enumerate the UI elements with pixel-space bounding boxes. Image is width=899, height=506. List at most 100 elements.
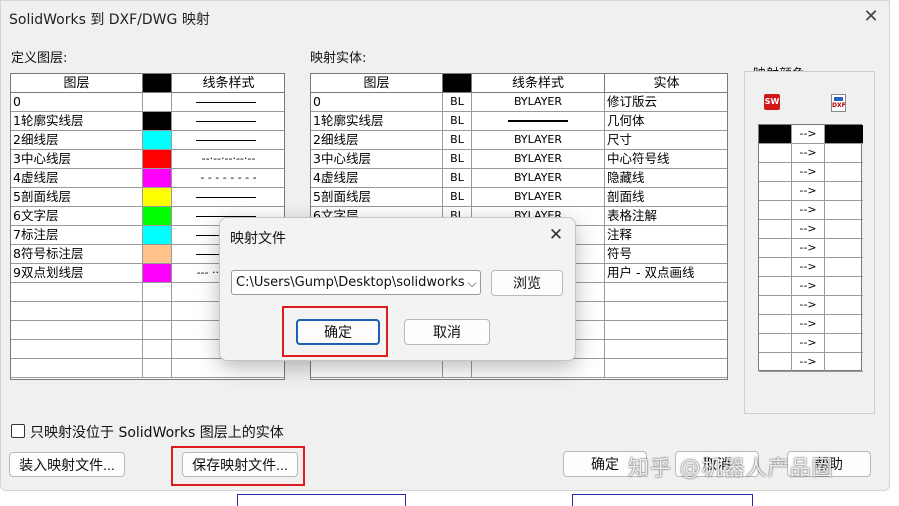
dxf-color-cell[interactable]: [825, 239, 863, 258]
layer-name-cell[interactable]: [11, 321, 143, 340]
table-row[interactable]: 5剖面线层: [11, 188, 284, 207]
color-map-row[interactable]: -->: [759, 144, 863, 163]
line-style-cell[interactable]: [472, 359, 605, 378]
col-header-entity[interactable]: 实体: [605, 74, 727, 93]
col-header-linestyle[interactable]: 线条样式: [172, 74, 284, 93]
color-map-row[interactable]: -->: [759, 315, 863, 334]
layer-name-cell[interactable]: 5剖面线层: [311, 188, 443, 207]
sw-color-cell[interactable]: [759, 334, 792, 353]
browse-button[interactable]: 浏览: [491, 270, 563, 296]
chevron-down-icon[interactable]: ⌵: [464, 273, 480, 293]
table-row[interactable]: 4虚线层 BL BYLAYER 隐藏线: [311, 169, 727, 188]
sw-color-cell[interactable]: [759, 315, 792, 334]
col-header-layer[interactable]: 图层: [11, 74, 143, 93]
layer-color-swatch[interactable]: [143, 340, 172, 359]
layer-color-swatch[interactable]: [143, 112, 172, 131]
sw-color-cell[interactable]: [759, 163, 792, 182]
color-map-row[interactable]: -->: [759, 163, 863, 182]
line-style-cell[interactable]: [172, 359, 284, 378]
entity-cell[interactable]: [605, 302, 727, 321]
layer-color-swatch[interactable]: [143, 302, 172, 321]
entity-cell[interactable]: [605, 321, 727, 340]
sw-color-cell[interactable]: [759, 182, 792, 201]
entity-cell[interactable]: 隐藏线: [605, 169, 727, 188]
sw-color-cell[interactable]: [759, 258, 792, 277]
dxf-color-cell[interactable]: [825, 163, 863, 182]
color-map-row[interactable]: -->: [759, 334, 863, 353]
dxf-color-cell[interactable]: [825, 220, 863, 239]
layer-name-cell[interactable]: [311, 359, 443, 378]
layer-name-cell[interactable]: 4虚线层: [11, 169, 143, 188]
sw-color-cell[interactable]: [759, 125, 792, 144]
table-row[interactable]: 0 BL BYLAYER 修订版云: [311, 93, 727, 112]
entity-cell[interactable]: [605, 359, 727, 378]
layer-name-cell[interactable]: [11, 283, 143, 302]
sw-color-cell[interactable]: [759, 296, 792, 315]
layer-color-swatch[interactable]: [143, 283, 172, 302]
color-mapping-table[interactable]: --> --> --> --> --> --> --> --> --> --> --> --> -->: [758, 124, 863, 372]
dxf-color-cell[interactable]: [825, 353, 863, 372]
table-row[interactable]: 3中心线层 BL BYLAYER 中心符号线: [311, 150, 727, 169]
color-map-row[interactable]: -->: [759, 201, 863, 220]
entity-cell[interactable]: [605, 283, 727, 302]
line-style-cell[interactable]: [172, 93, 284, 112]
layer-name-cell[interactable]: 8符号标注层: [11, 245, 143, 264]
line-style-cell[interactable]: [172, 188, 284, 207]
dxf-color-cell[interactable]: [825, 277, 863, 296]
sw-color-cell[interactable]: [759, 144, 792, 163]
color-map-row[interactable]: -->: [759, 220, 863, 239]
entity-cell[interactable]: 表格注解: [605, 207, 727, 226]
layer-name-cell[interactable]: 4虚线层: [311, 169, 443, 188]
layer-color-cell[interactable]: BL: [443, 150, 472, 169]
line-style-cell[interactable]: BYLAYER: [472, 188, 605, 207]
table-row[interactable]: [11, 359, 284, 378]
line-style-cell[interactable]: BYLAYER: [472, 150, 605, 169]
col-header-layer[interactable]: 图层: [311, 74, 443, 93]
col-header-linestyle[interactable]: 线条样式: [472, 74, 605, 93]
table-row[interactable]: 1轮廓实线层: [11, 112, 284, 131]
table-row[interactable]: 3中心线层 --·--·--·--·--: [11, 150, 284, 169]
layer-name-cell[interactable]: 1轮廓实线层: [311, 112, 443, 131]
layer-name-cell[interactable]: 2细线层: [311, 131, 443, 150]
table-row[interactable]: 2细线层 BL BYLAYER 尺寸: [311, 131, 727, 150]
color-map-row[interactable]: -->: [759, 353, 863, 372]
table-row[interactable]: 1轮廓实线层 BL 几何体: [311, 112, 727, 131]
line-style-cell[interactable]: BYLAYER: [472, 131, 605, 150]
layer-name-cell[interactable]: 3中心线层: [311, 150, 443, 169]
table-row[interactable]: 4虚线层 - - - - - - - -: [11, 169, 284, 188]
layer-color-swatch[interactable]: [143, 207, 172, 226]
layer-color-cell[interactable]: BL: [443, 131, 472, 150]
layer-name-cell[interactable]: 1轮廓实线层: [11, 112, 143, 131]
layer-color-swatch[interactable]: [143, 93, 172, 112]
layer-color-cell[interactable]: [443, 359, 472, 378]
modal-close-icon[interactable]: ✕: [546, 224, 566, 246]
layer-name-cell[interactable]: 9双点划线层: [11, 264, 143, 283]
color-map-row[interactable]: -->: [759, 125, 863, 144]
layer-name-cell[interactable]: 5剖面线层: [11, 188, 143, 207]
color-map-row[interactable]: -->: [759, 296, 863, 315]
dxf-color-cell[interactable]: [825, 125, 863, 144]
layer-color-swatch[interactable]: [143, 359, 172, 378]
layer-color-cell[interactable]: BL: [443, 112, 472, 131]
entity-cell[interactable]: 符号: [605, 245, 727, 264]
table-row[interactable]: [311, 359, 727, 378]
line-style-cell[interactable]: BYLAYER: [472, 93, 605, 112]
entity-cell[interactable]: 修订版云: [605, 93, 727, 112]
dxf-color-cell[interactable]: [825, 201, 863, 220]
map-unlayered-checkbox[interactable]: [11, 424, 25, 438]
layer-name-cell[interactable]: [11, 359, 143, 378]
dxf-color-cell[interactable]: [825, 144, 863, 163]
layer-name-cell[interactable]: 3中心线层: [11, 150, 143, 169]
dxf-color-cell[interactable]: [825, 182, 863, 201]
dxf-color-cell[interactable]: [825, 296, 863, 315]
line-style-cell[interactable]: --·--·--·--·--: [172, 150, 284, 169]
color-map-row[interactable]: -->: [759, 258, 863, 277]
layer-name-cell[interactable]: 2细线层: [11, 131, 143, 150]
layer-color-cell[interactable]: BL: [443, 188, 472, 207]
line-style-cell[interactable]: - - - - - - - -: [172, 169, 284, 188]
file-path-combobox[interactable]: C:\Users\Gump\Desktop\solidworks工 ⌵: [231, 270, 481, 295]
layer-color-swatch[interactable]: [143, 321, 172, 340]
layer-color-cell[interactable]: BL: [443, 169, 472, 188]
layer-name-cell[interactable]: [11, 302, 143, 321]
entity-cell[interactable]: 中心符号线: [605, 150, 727, 169]
